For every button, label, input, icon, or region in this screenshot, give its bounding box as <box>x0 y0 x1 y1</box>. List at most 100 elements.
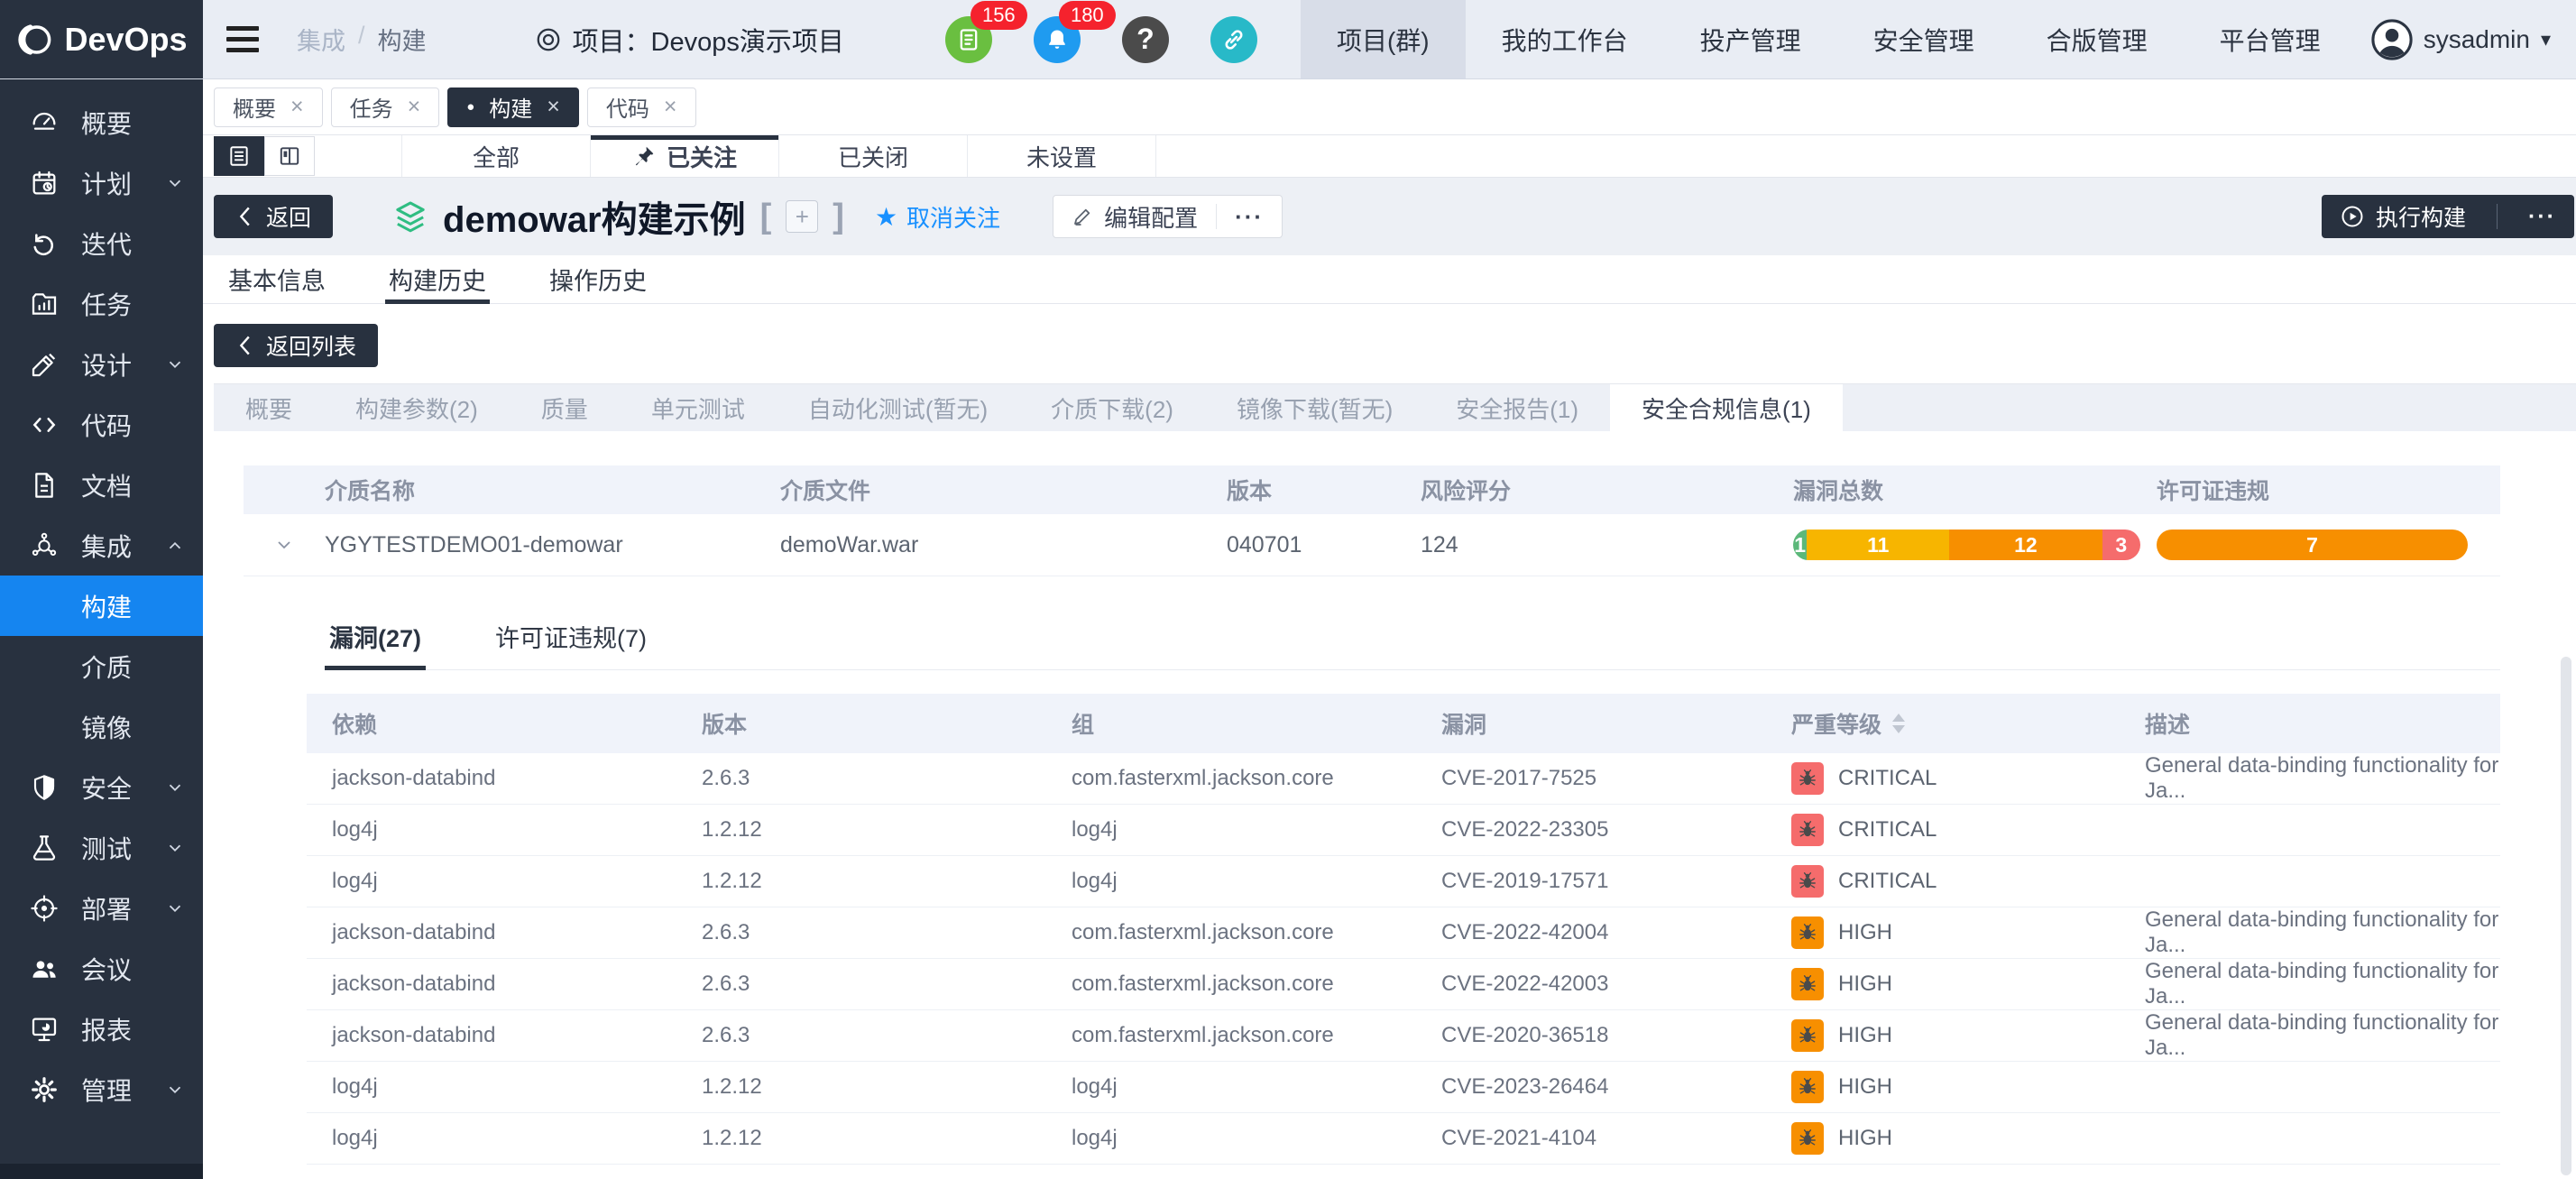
dashboard-icon <box>29 107 60 138</box>
tab-overview[interactable]: 概要 × <box>214 88 323 127</box>
sidebar-item-design[interactable]: 设计 <box>0 334 203 394</box>
expand-row-button[interactable] <box>244 534 325 556</box>
build-title-bar: 返回 demowar构建示例 [ + ] ★ 取消关注 <box>203 178 2576 255</box>
vulnerability-row[interactable]: log4j 1.2.12 log4j CVE-2023-26464 <box>307 1062 2500 1113</box>
sidebar-item-integration[interactable]: 集成 <box>0 515 203 576</box>
links-button[interactable] <box>1210 16 1257 63</box>
vulnerability-row[interactable]: log4j 1.2.12 log4j CVE-2022-23305 <box>307 805 2500 856</box>
cve-cell: CVE-2022-42004 <box>1441 920 1791 945</box>
group-cell: com.fasterxml.jackson.core <box>1072 920 1441 945</box>
close-icon[interactable]: × <box>547 94 560 120</box>
task-folder-icon <box>29 289 60 319</box>
vulnerability-row[interactable]: jackson-databind 2.6.3 com.fasterxml.jac… <box>307 753 2500 805</box>
breadcrumb-separator: / <box>358 22 365 57</box>
filter-tab-closed[interactable]: 已关闭 <box>779 135 968 177</box>
user-menu[interactable]: sysadmin ▾ <box>2357 0 2576 78</box>
sidebar-item-label: 报表 <box>81 1011 132 1047</box>
run-build-button[interactable]: 执行构建 <box>2322 195 2484 238</box>
media-table-row[interactable]: YGYTESTDEMO01-demowar demoWar.war 040701… <box>244 514 2500 576</box>
add-button[interactable]: + <box>786 200 818 233</box>
media-file-cell: demoWar.war <box>780 532 1227 558</box>
report-tab-unit-test[interactable]: 单元测试 <box>620 384 777 431</box>
sidebar-item-build[interactable]: 构建 <box>0 576 203 636</box>
breadcrumb-current[interactable]: 构建 <box>378 22 427 57</box>
nav-projects[interactable]: 项目(群) <box>1301 0 1466 78</box>
chevron-down-icon <box>165 778 185 797</box>
back-to-list-button[interactable]: 返回列表 <box>214 324 378 367</box>
hamburger-menu-icon[interactable] <box>226 26 259 52</box>
tab-basic-info[interactable]: 基本信息 <box>225 255 329 303</box>
report-tab-image-download[interactable]: 镜像下载(暂无) <box>1205 384 1424 431</box>
sidebar-item-code[interactable]: 代码 <box>0 394 203 455</box>
sidebar-item-report[interactable]: 报表 <box>0 999 203 1059</box>
run-more-button[interactable]: ··· <box>2510 195 2574 238</box>
vulnerability-severity-bar[interactable]: 1 11 12 3 <box>1793 530 2140 560</box>
report-tab-security-report[interactable]: 安全报告(1) <box>1424 384 1610 431</box>
vulnerability-row[interactable]: jackson-databind 2.6.3 com.fasterxml.jac… <box>307 959 2500 1010</box>
documents-button[interactable]: 156 <box>945 16 992 63</box>
nav-security-mgmt[interactable]: 安全管理 <box>1837 0 2010 78</box>
nav-version-mgmt[interactable]: 合版管理 <box>2010 0 2184 78</box>
sidebar-item-overview[interactable]: 概要 <box>0 92 203 152</box>
chevron-up-icon <box>165 536 185 556</box>
unfollow-link[interactable]: ★ 取消关注 <box>875 200 1000 234</box>
nav-workbench[interactable]: 我的工作台 <box>1466 0 1664 78</box>
nav-platform-mgmt[interactable]: 平台管理 <box>2184 0 2357 78</box>
list-view-button[interactable] <box>214 136 264 176</box>
tab-build[interactable]: ● 构建 × <box>447 88 579 127</box>
filter-tab-all[interactable]: 全部 <box>401 135 591 177</box>
calendar-icon <box>29 168 60 198</box>
vulnerability-row[interactable]: jackson-databind 2.6.3 com.fasterxml.jac… <box>307 1010 2500 1062</box>
description-cell: General data-binding functionality for J… <box>2145 959 2500 1009</box>
sidebar-item-meeting[interactable]: 会议 <box>0 938 203 999</box>
vertical-scrollbar[interactable] <box>2561 657 2571 1175</box>
sidebar-item-test[interactable]: 测试 <box>0 817 203 878</box>
report-tab-strip: 概要 构建参数(2) 质量 单元测试 自动化测试(暂无) 介质下载(2) 镜像下… <box>214 383 2576 431</box>
tab-code[interactable]: 代码 × <box>587 88 696 127</box>
sidebar-item-plan[interactable]: 计划 <box>0 152 203 213</box>
tab-license-violations[interactable]: 许可证违规(7) <box>491 603 651 669</box>
close-icon[interactable]: × <box>290 94 304 120</box>
report-tab-media-download[interactable]: 介质下载(2) <box>1019 384 1205 431</box>
more-actions-button[interactable]: ··· <box>1217 196 1282 237</box>
sort-icon[interactable] <box>1892 714 1905 733</box>
filter-tab-followed[interactable]: 已关注 <box>591 135 779 177</box>
tab-vulnerabilities[interactable]: 漏洞(27) <box>325 603 426 669</box>
vulnerability-row[interactable]: log4j 1.2.12 log4j CVE-2021-4104 <box>307 1113 2500 1165</box>
tab-operation-history[interactable]: 操作历史 <box>546 255 650 303</box>
sidebar-item-iteration[interactable]: 迭代 <box>0 213 203 273</box>
vulnerability-row[interactable]: log4j 1.2.12 log4j CVE-2019-17571 <box>307 856 2500 907</box>
close-icon[interactable]: × <box>408 94 421 120</box>
sidebar-item-media[interactable]: 介质 <box>0 636 203 696</box>
sidebar-item-image[interactable]: 镜像 <box>0 696 203 757</box>
vulnerability-row[interactable]: jackson-databind 2.6.3 com.fasterxml.jac… <box>307 907 2500 959</box>
severity-cell: HIGH <box>1791 968 2145 1000</box>
report-tab-build-params[interactable]: 构建参数(2) <box>324 384 510 431</box>
breadcrumb-parent[interactable]: 集成 <box>297 22 345 57</box>
back-button[interactable]: 返回 <box>214 195 333 238</box>
app-logo[interactable]: DevOps <box>0 0 203 78</box>
filter-tab-unset[interactable]: 未设置 <box>968 135 1156 177</box>
tab-task[interactable]: 任务 × <box>331 88 440 127</box>
sidebar-item-security[interactable]: 安全 <box>0 757 203 817</box>
project-selector[interactable]: 项目：Devops演示项目 <box>535 21 844 59</box>
report-tab-auto-test[interactable]: 自动化测试(暂无) <box>777 384 1019 431</box>
tab-build-history[interactable]: 构建历史 <box>385 255 490 303</box>
report-tab-quality[interactable]: 质量 <box>510 384 620 431</box>
notifications-button[interactable]: 180 <box>1034 16 1081 63</box>
sidebar-item-label: 代码 <box>81 407 132 443</box>
help-button[interactable]: ? <box>1122 16 1169 63</box>
target-icon <box>29 893 60 924</box>
license-violation-bar[interactable]: 7 <box>2157 530 2468 560</box>
description-cell: General data-binding functionality for J… <box>2145 907 2500 958</box>
report-tab-summary[interactable]: 概要 <box>214 384 324 431</box>
report-tab-security-compliance[interactable]: 安全合规信息(1) <box>1610 384 1843 431</box>
sidebar-item-admin[interactable]: 管理 <box>0 1059 203 1119</box>
board-view-button[interactable] <box>264 136 315 176</box>
edit-config-button[interactable]: 编辑配置 <box>1053 196 1216 237</box>
close-icon[interactable]: × <box>664 94 677 120</box>
nav-production[interactable]: 投产管理 <box>1664 0 1837 78</box>
sidebar-item-task[interactable]: 任务 <box>0 273 203 334</box>
sidebar-item-document[interactable]: 文档 <box>0 455 203 515</box>
sidebar-item-deploy[interactable]: 部署 <box>0 878 203 938</box>
